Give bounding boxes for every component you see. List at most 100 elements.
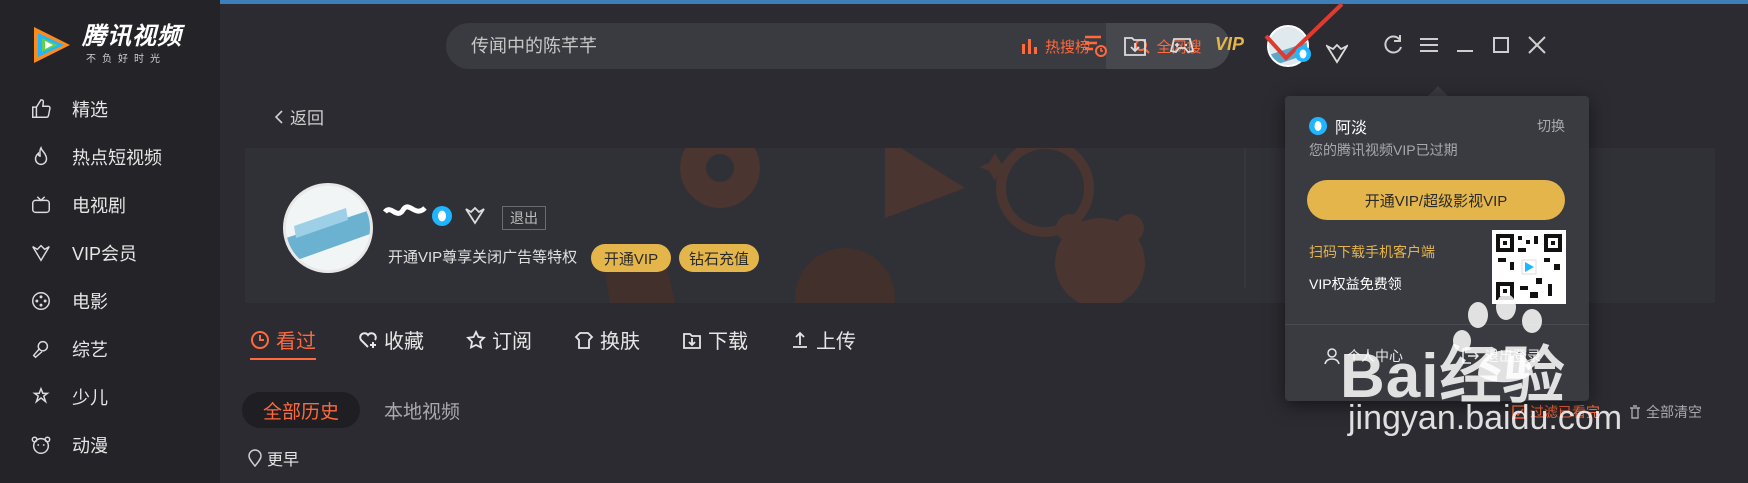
tab-watched[interactable]: 看过 xyxy=(250,325,316,354)
gamepad-icon[interactable] xyxy=(1169,32,1195,58)
sidebar-nav: 精选 热点短视频 电视剧 VIP会员 电影 综艺 少儿 动漫 xyxy=(0,85,220,469)
sidebar-item-label: 精选 xyxy=(72,100,108,120)
logout-link[interactable]: 退出登录 xyxy=(1461,326,1541,386)
popover-arrow xyxy=(1428,86,1448,96)
tab-downloads[interactable]: 下载 xyxy=(682,325,748,354)
tab-label: 收藏 xyxy=(384,331,424,353)
subtab-local-videos[interactable]: 本地视频 xyxy=(384,392,460,428)
sidebar-item-label: 电影 xyxy=(72,292,108,312)
logo-slogan: 不负好时光 xyxy=(86,54,166,65)
logout-label: 退出登录 xyxy=(1485,348,1541,364)
avatar-image-icon xyxy=(286,186,370,270)
microphone-icon xyxy=(32,340,49,359)
minimize-icon[interactable] xyxy=(1452,32,1478,58)
sidebar-item-tv-series[interactable]: 电视剧 xyxy=(0,181,220,229)
profile-logout-button[interactable]: 退出 xyxy=(502,206,546,230)
checkbox-icon xyxy=(1512,405,1526,419)
heart-plus-icon xyxy=(359,331,377,348)
profile-avatar[interactable] xyxy=(283,183,373,273)
filter-watched-toggle[interactable]: 过滤已看完 xyxy=(1512,402,1600,422)
tencent-video-logo-icon xyxy=(30,25,74,65)
sidebar: 腾讯视频 不负好时光 精选 热点短视频 电视剧 VIP会员 电影 综艺 少儿 动… xyxy=(0,0,220,483)
popover-divider xyxy=(1285,324,1589,325)
tab-label: 下载 xyxy=(708,331,748,353)
filter-label: 过滤已看完 xyxy=(1530,404,1600,420)
tab-label: 上传 xyxy=(816,331,856,353)
sidebar-item-label: 热点短视频 xyxy=(72,148,162,168)
scan-download-text[interactable]: 扫码下载手机客户端 xyxy=(1309,242,1435,262)
trash-icon xyxy=(1630,405,1640,419)
sidebar-item-label: 电视剧 xyxy=(72,196,126,216)
qq-badge-icon xyxy=(432,206,452,226)
maximize-icon[interactable] xyxy=(1488,32,1514,58)
bear-face-icon xyxy=(31,436,51,454)
open-vip-button[interactable]: 开通VIP xyxy=(591,244,671,272)
profile-tabs: 看过 收藏 订阅 换肤 下载 上传 xyxy=(250,325,898,354)
clock-icon xyxy=(251,330,269,349)
history-group-header: 更早 xyxy=(247,446,299,470)
menu-icon[interactable] xyxy=(1416,32,1442,58)
qq-badge-icon xyxy=(1309,117,1327,135)
clear-label: 全部清空 xyxy=(1646,404,1702,420)
tab-label: 看过 xyxy=(276,331,316,353)
tab-subscriptions[interactable]: 订阅 xyxy=(466,325,532,354)
refresh-icon[interactable] xyxy=(1380,32,1406,58)
tab-favorites[interactable]: 收藏 xyxy=(358,325,424,354)
tab-label: 订阅 xyxy=(492,331,532,353)
app-logo[interactable]: 腾讯视频 不负好时光 xyxy=(30,24,182,65)
sidebar-item-vip[interactable]: VIP会员 xyxy=(0,229,220,277)
sidebar-item-featured[interactable]: 精选 xyxy=(0,85,220,133)
popover-user: 阿淡 xyxy=(1309,114,1367,138)
active-tab-underline xyxy=(250,358,316,360)
sidebar-item-movies[interactable]: 电影 xyxy=(0,277,220,325)
sidebar-item-hot-shorts[interactable]: 热点短视频 xyxy=(0,133,220,181)
vip-level-icon xyxy=(465,207,485,225)
vip-link[interactable]: VIP xyxy=(1215,34,1244,55)
sidebar-item-variety[interactable]: 综艺 xyxy=(0,325,220,373)
film-reel-icon xyxy=(32,292,50,310)
logout-icon xyxy=(1462,348,1479,364)
personal-center-label: 个人中心 xyxy=(1347,348,1403,364)
diamond-recharge-button[interactable]: 钻石充值 xyxy=(679,244,759,272)
search-bar: 热搜榜 全网搜 xyxy=(446,23,1230,69)
back-button[interactable]: 返回 xyxy=(274,104,324,129)
vip-rights-text[interactable]: VIP权益免费领 xyxy=(1309,274,1402,294)
history-group-label: 更早 xyxy=(267,452,300,469)
vip-level-icon[interactable] xyxy=(1326,44,1348,64)
back-label: 返回 xyxy=(290,109,324,128)
sidebar-item-label: 综艺 xyxy=(72,340,108,360)
hot-search-button[interactable]: 热搜榜 xyxy=(1021,23,1090,69)
playlist-history-icon[interactable] xyxy=(1082,32,1108,58)
top-bar: 热搜榜 全网搜 VIP xyxy=(220,0,1748,90)
sidebar-item-label: 少儿 xyxy=(72,388,108,408)
vip-expired-text: 您的腾讯视频VIP已过期 xyxy=(1309,142,1458,158)
subtab-all-history[interactable]: 全部历史 xyxy=(242,392,360,428)
qr-code-icon xyxy=(1496,234,1562,300)
personal-center-link[interactable]: 个人中心 xyxy=(1323,326,1403,386)
switch-account-button[interactable]: 切换 xyxy=(1537,116,1565,136)
download-box-icon[interactable] xyxy=(1122,32,1148,58)
tv-icon xyxy=(32,196,50,214)
search-input[interactable] xyxy=(446,23,806,69)
star-icon xyxy=(466,329,486,349)
popover-username: 阿淡 xyxy=(1335,120,1368,137)
user-icon xyxy=(1324,348,1340,365)
qr-code xyxy=(1492,230,1566,304)
sidebar-item-label: VIP会员 xyxy=(72,244,138,264)
location-pin-icon xyxy=(248,449,262,467)
open-super-vip-button[interactable]: 开通VIP/超级影视VIP xyxy=(1307,180,1565,220)
tab-skins[interactable]: 换肤 xyxy=(574,325,640,354)
close-icon[interactable] xyxy=(1524,32,1550,58)
username-scribble-icon xyxy=(383,204,427,216)
shirt-icon xyxy=(574,331,594,349)
sidebar-item-kids[interactable]: 少儿 xyxy=(0,373,220,421)
tab-uploads[interactable]: 上传 xyxy=(790,325,856,354)
sidebar-item-anime[interactable]: 动漫 xyxy=(0,421,220,469)
sidebar-item-label: 动漫 xyxy=(72,436,108,456)
bar-chart-icon xyxy=(1022,39,1037,54)
thumbs-up-icon xyxy=(32,99,51,118)
account-popover: 阿淡 切换 您的腾讯视频VIP已过期 开通VIP/超级影视VIP 扫码下载手机客… xyxy=(1285,96,1589,401)
logo-name: 腾讯视频 xyxy=(82,23,182,50)
clear-all-button[interactable]: 全部清空 xyxy=(1628,402,1702,422)
vip-crown-icon xyxy=(32,244,50,262)
